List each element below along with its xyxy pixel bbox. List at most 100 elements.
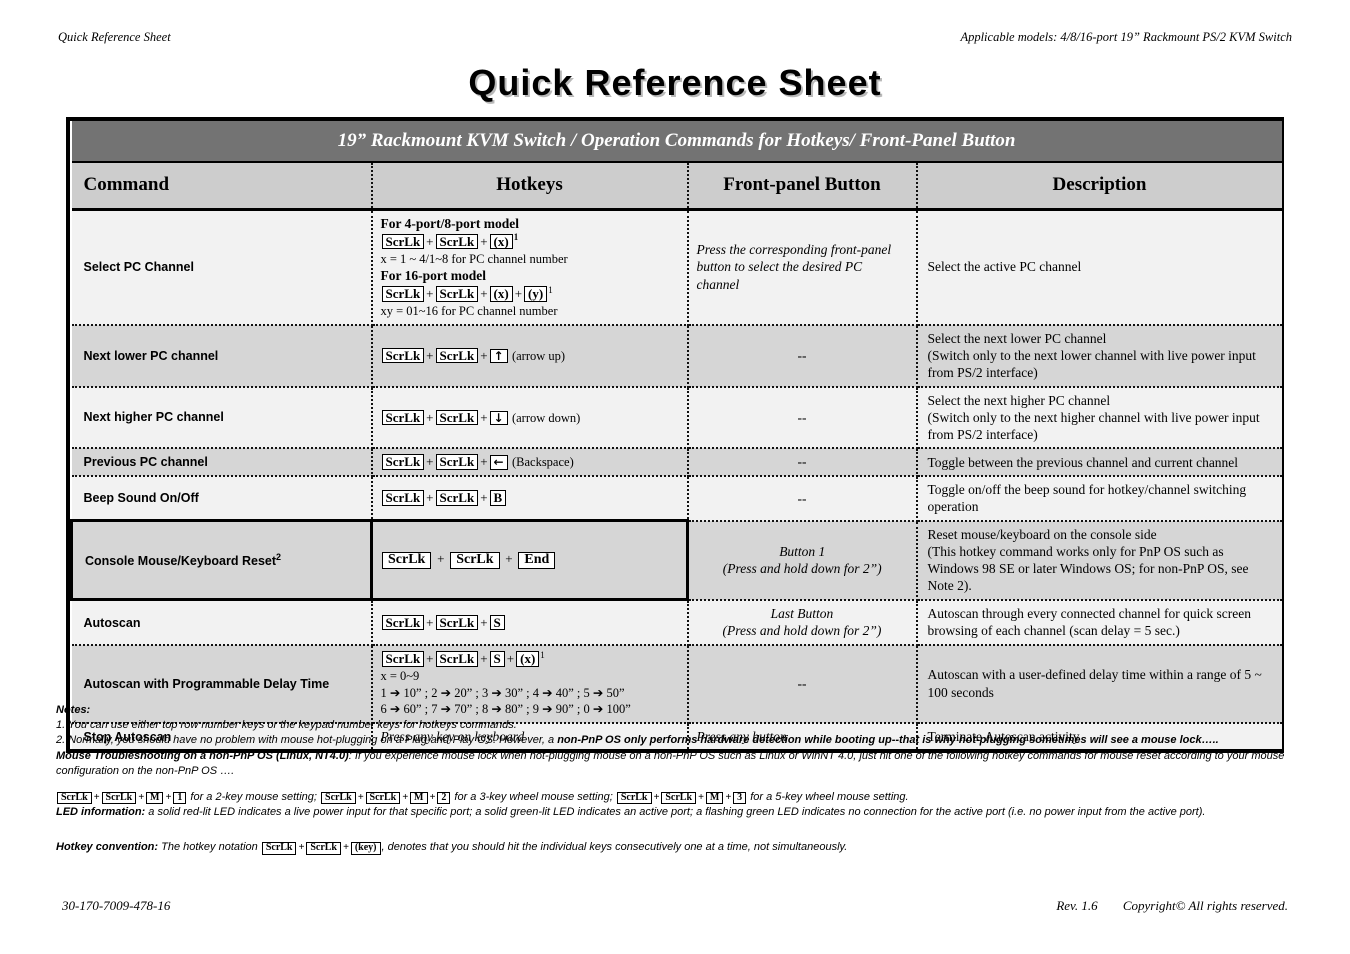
key-cap: ScrLk [261,842,297,855]
column-header-front-panel-button: Front-panel Button [687,162,918,211]
key-cap: ScrLk [101,791,137,805]
column-header-command: Command [71,162,373,211]
row-command: Select PC Channel [71,209,373,326]
key-cap: ScrLk [435,490,479,506]
column-header-hotkeys: Hotkeys [371,162,689,211]
front-panel-button-label: Last Button [770,605,834,621]
table-row: Next lower PC channel ScrLk + ScrLk + ↑ (arr… [71,324,1282,388]
key-cap: ScrLk [435,286,479,303]
page-title: Quick Reference Sheet [468,62,882,103]
key-cap: ScrLk [381,286,425,303]
row-description: Reset mouse/keyboard on the console side… [916,520,1282,601]
page-footer: 30-170-7009-478-16 Rev. 1.6 Copyright© A… [0,898,1350,914]
key-cap: ScrLk [381,454,425,470]
hotkey-convention: Hotkey convention: The hotkey notation S… [56,841,848,855]
convention-label: Hotkey convention: [56,841,159,854]
table-header-row: Command Hotkeys Front-panel Button Descr… [71,162,1282,211]
row-front-panel: -- [687,448,918,478]
hotkey-sequence: ScrLk + ScrLk + (x) 1 [381,232,679,250]
led-text: a solid red-lit LED indicates a live pow… [145,806,1206,819]
row-description: Toggle between the previous channel and … [916,448,1282,478]
key-cap: ScrLk [616,791,652,805]
quick-reference-sheet-page: Quick Reference Sheet Applicable models:… [0,0,1350,954]
front-panel-button-label: Button 1 [779,543,826,559]
key-cap: S [489,614,505,631]
key-cap: ScrLk [321,791,356,805]
table-row: Select PC Channel For 4-port/8-port mode… [71,209,1282,326]
key-cap: End [518,552,556,569]
hotkey-group-label: For 16-port model [380,268,486,284]
notes-section: Notes: 1. You can use either top row num… [56,703,1296,855]
row-command: Previous PC channel [71,448,373,478]
key-cap: ScrLk [450,552,500,569]
row-description: Autoscan through every connected channel… [916,599,1282,646]
no-button-dash: -- [797,347,807,363]
hotkey-note: x = 1 ~ 4/1~8 for PC channel number [380,251,568,266]
table-row: Previous PC channel ScrLk + ScrLk + ← (Backs… [71,448,1282,478]
hotkey-group-label: For 4-port/8-port model [380,215,519,231]
key-cap: 1 [173,791,187,805]
note-2: 2. Normally, you should have no problem … [56,733,1296,748]
note-troubleshooting: Mouse Troubleshooting on a non-PnP OS (L… [56,749,1296,779]
table-banner: 19” Rackmount KVM Switch / Operation Com… [71,121,1282,163]
key-cap: (x) [489,233,513,250]
key-cap: (x) [489,286,513,303]
key-cap: ScrLk [435,233,479,250]
key-cap: ScrLk [435,409,479,426]
led-label: LED information: [56,806,146,819]
table-row: Console Mouse/Keyboard Reset2 ScrLk + Sc… [70,519,1282,602]
led-information: LED information: a solid red-lit LED ind… [56,805,1296,820]
key-cap: S [489,651,505,667]
key-cap: ScrLk [435,347,479,364]
convention-text-b: , denotes that you should hit the indivi… [381,841,848,854]
running-head-right: Applicable models: 4/8/16-port 19” Rackm… [960,30,1292,44]
key-cap: ScrLk [381,347,425,364]
key-cap: (key) [350,842,381,855]
hotkey-note: 1 ➔ 10” ; 2 ➔ 20” ; 3 ➔ 30” ; 4 ➔ 40” ; … [380,685,625,700]
footer-right: Rev. 1.6 Copyright© All rights reserved. [1034,898,1288,914]
key-cap: ScrLk [381,409,425,426]
key-cap: ScrLk [381,233,425,250]
row-command: Next higher PC channel [71,386,373,450]
hotkey-note: xy = 01~16 for PC channel number [380,304,558,319]
key-cap: (y) [524,286,548,303]
key-cap: ScrLk [382,552,432,569]
row-command: Autoscan [71,599,373,646]
row-command: Console Mouse/Keyboard Reset2 [70,519,373,602]
table-row: Autoscan ScrLk + ScrLk + S Last Button (Pres… [71,599,1282,646]
footer-copyright: Copyright© All rights reserved. [1122,898,1288,913]
key-cap: (x) [516,651,540,667]
key-cap: ScrLk [435,651,479,667]
row-hotkeys: For 4-port/8-port model ScrLk + ScrLk + (x) 1… [371,209,689,326]
row-description: Select the next lower PC channel (Switch… [916,324,1282,388]
key-cap: ScrLk [306,842,341,855]
mouse-setting-hotkeys: ScrLk + ScrLk + M +1 for a 2-key mouse settin… [56,790,1296,805]
mouse-setting-text: for a 3-key wheel mouse setting; [454,790,613,803]
row-front-panel: Last Button (Press and hold down for 2”) [687,599,918,646]
no-button-dash: -- [797,490,807,506]
footnote-marker: 1 [548,284,553,295]
hotkey-suffix: (arrow down) [511,410,581,425]
footnote-marker: 1 [540,649,545,660]
key-cap: ScrLk [365,791,401,805]
key-cap: ScrLk [435,614,479,631]
row-command: Next lower PC channel [71,324,373,388]
row-command-label: Console Mouse/Keyboard Reset [85,554,277,569]
hotkey-sequence: ScrLk + ScrLk + (x) + (y) 1 [381,285,679,303]
no-button-dash: -- [797,454,807,470]
row-front-panel: -- [687,386,918,450]
key-cap: M [410,791,428,805]
key-cap: ScrLk [435,454,479,470]
front-panel-button-hint: (Press and hold down for 2”) [722,623,882,639]
convention-text-a: The hotkey notation [158,841,261,854]
key-cap: ScrLk [381,490,425,506]
row-hotkeys: ScrLk + ScrLk + B [371,476,689,522]
hotkey-table-container: 19” Rackmount KVM Switch / Operation Com… [66,117,1284,754]
key-cap: 3 [733,791,747,805]
mouse-setting-text: for a 2-key mouse setting; [190,790,317,803]
footer-revision: Rev. 1.6 [1056,898,1098,913]
column-header-description: Description [916,162,1282,211]
no-button-dash: -- [797,675,807,691]
hotkey-suffix: (arrow up) [511,348,566,363]
